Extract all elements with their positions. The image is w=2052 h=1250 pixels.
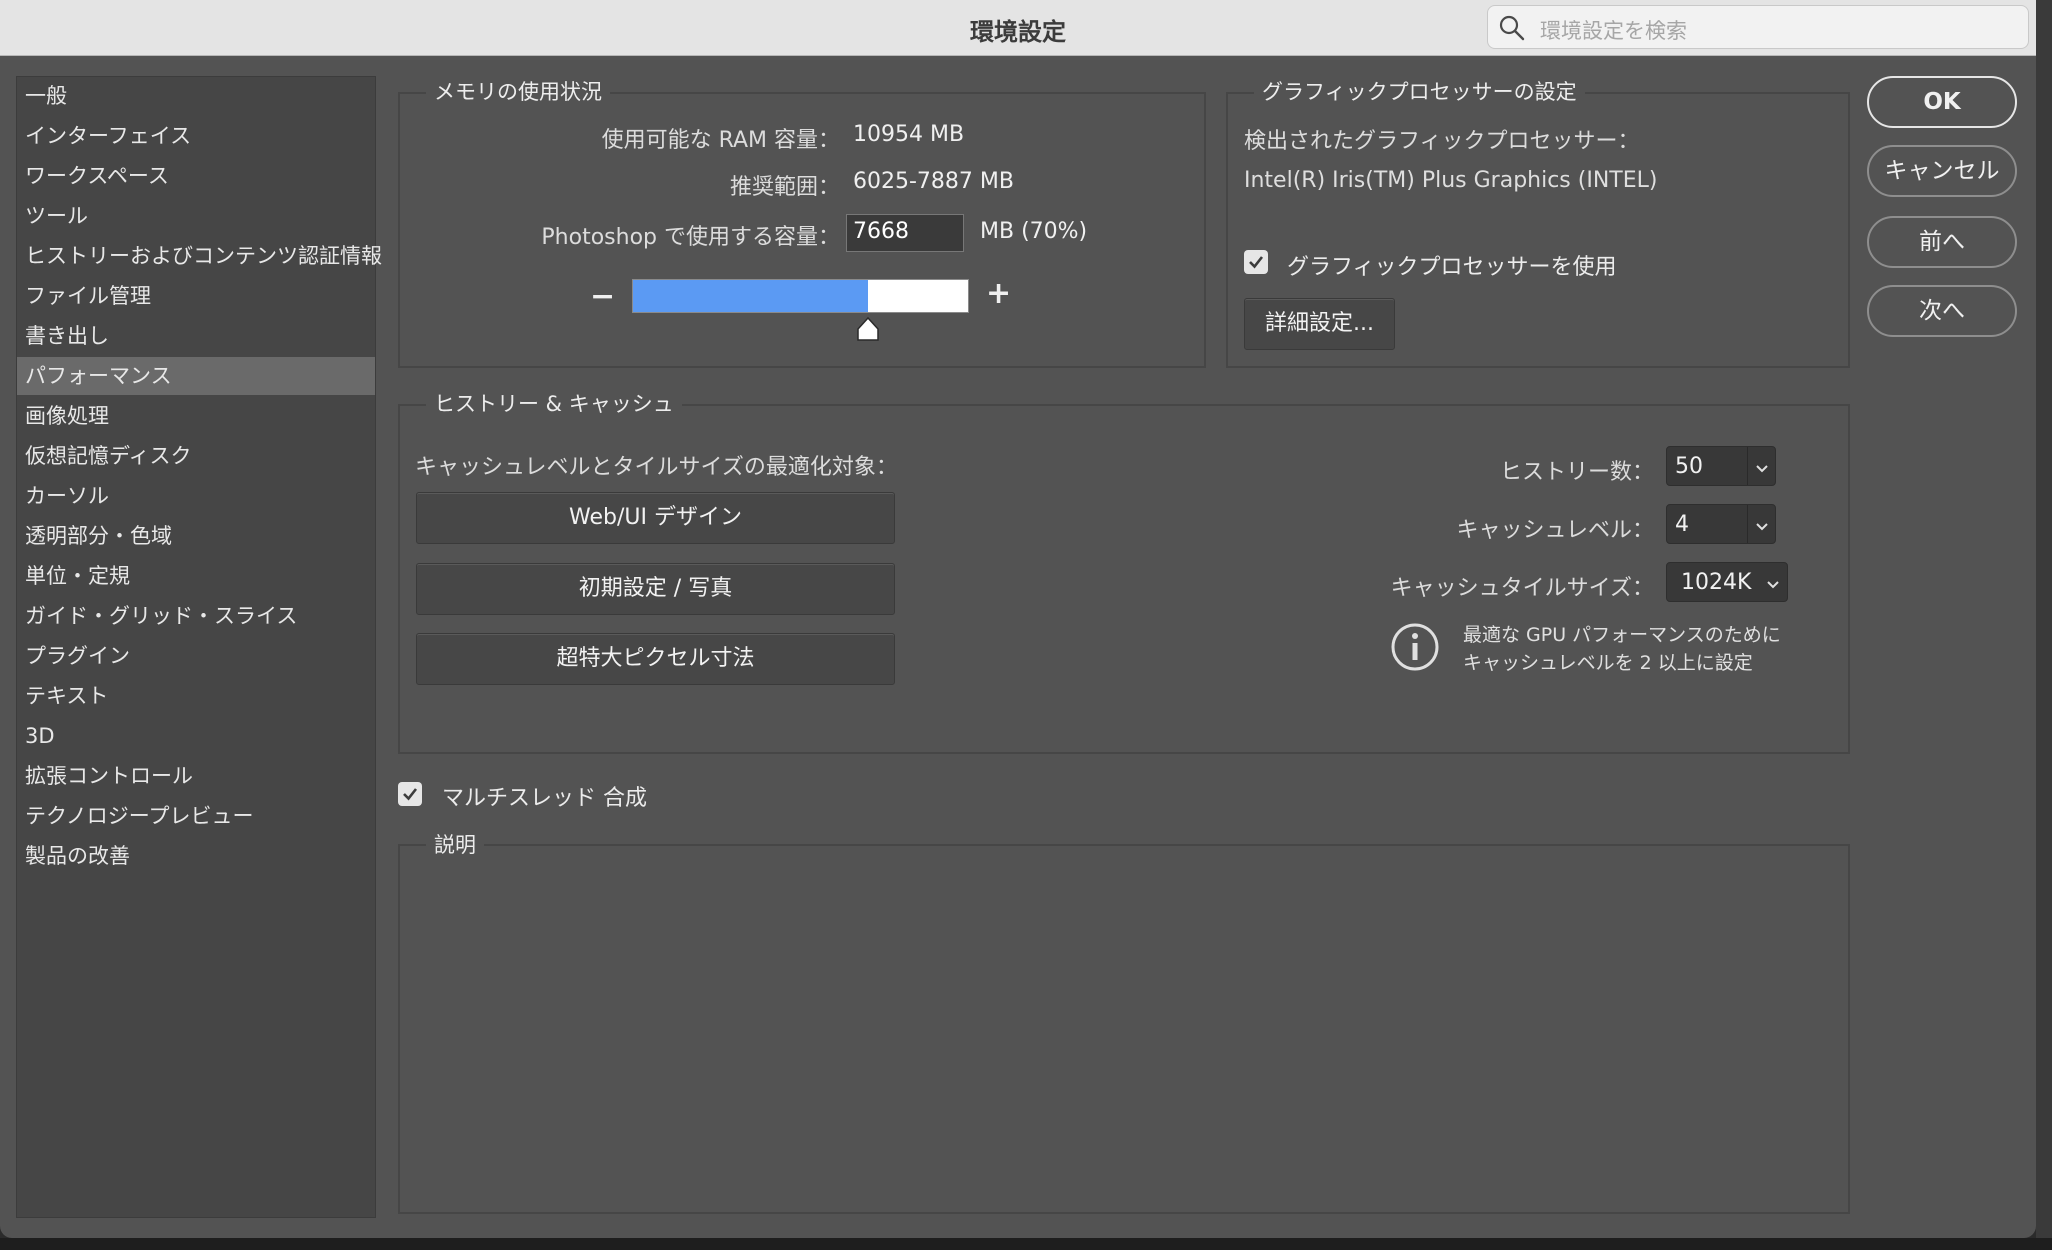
memory-decrease-button[interactable]: −	[590, 279, 615, 314]
checkmark-icon	[1249, 256, 1264, 269]
use-gpu-checkbox[interactable]	[1244, 250, 1268, 274]
cancel-button[interactable]: キャンセル	[1867, 145, 2017, 197]
background-window-edge	[2036, 0, 2052, 1250]
description-group	[398, 844, 1850, 1214]
cache-levels-label: キャッシュレベル：	[1456, 518, 1654, 543]
preset-huge-pixel-dimensions-button[interactable]: 超特大ピクセル寸法	[416, 633, 895, 685]
detected-gpu-label: 検出されたグラフィックプロセッサー：	[1244, 129, 1640, 154]
info-icon	[1390, 622, 1440, 672]
sidebar-item-product-improvement[interactable]: 製品の改善	[17, 837, 375, 875]
optimize-for-label: キャッシュレベルとタイルサイズの最適化対象：	[415, 455, 898, 480]
sidebar-item-workspace[interactable]: ワークスペース	[17, 157, 375, 195]
memory-usage-input[interactable]: 7668	[846, 214, 964, 252]
sidebar-item-history-content-credentials[interactable]: ヒストリーおよびコンテンツ認証情報	[17, 237, 382, 275]
sidebar-item-interface[interactable]: インターフェイス	[17, 117, 375, 155]
ok-button[interactable]: OK	[1867, 76, 2017, 128]
history-cache-title: ヒストリー & キャッシュ	[426, 388, 682, 418]
preset-web-ui-design-label: Web/UI デザイン	[569, 505, 742, 530]
search-placeholder: 環境設定を検索	[1540, 19, 1687, 43]
multithreaded-compositing-checkbox[interactable]	[398, 782, 422, 806]
search-field[interactable]: 環境設定を検索	[1487, 5, 2029, 49]
sidebar-item-units-rulers[interactable]: 単位・定規	[17, 557, 375, 595]
recommended-range-value: 6025-7887 MB	[853, 169, 1014, 194]
sidebar-item-export[interactable]: 書き出し	[17, 317, 375, 355]
checkmark-icon	[403, 788, 418, 801]
chevron-down-icon	[1754, 457, 1770, 482]
sidebar-item-performance[interactable]: パフォーマンス	[17, 357, 375, 395]
ram-available-value: 10954 MB	[853, 122, 965, 147]
preset-default-photo-button[interactable]: 初期設定 / 写真	[416, 563, 895, 615]
recommended-range-label: 推奨範囲：	[729, 175, 840, 200]
preset-default-photo-label: 初期設定 / 写真	[578, 576, 733, 601]
cache-tile-size-label: キャッシュタイルサイズ：	[1390, 576, 1654, 601]
ram-available-label: 使用可能な RAM 容量：	[601, 128, 840, 153]
preferences-dialog: 環境設定 環境設定を検索 一般 インターフェイス ワークスペース ツール ヒスト…	[0, 0, 2036, 1238]
use-gpu-label[interactable]: グラフィックプロセッサーを使用	[1287, 249, 1617, 281]
memory-usage-suffix: MB (70%)	[980, 219, 1088, 244]
sidebar-item-transparency-gamut[interactable]: 透明部分・色域	[17, 517, 375, 555]
sidebar-item-3d[interactable]: 3D	[17, 717, 375, 755]
chevron-down-icon	[1765, 573, 1781, 598]
memory-usage-title: メモリの使用状況	[426, 76, 610, 106]
sidebar-item-plugins[interactable]: プラグイン	[17, 637, 375, 675]
graphics-processor-title: グラフィックプロセッサーの設定	[1254, 76, 1585, 106]
sidebar-item-image-processing[interactable]: 画像処理	[17, 397, 375, 435]
chevron-down-icon	[1754, 515, 1770, 540]
cache-tile-size-dropdown[interactable]: 1024K	[1666, 562, 1788, 602]
memory-slider-thumb[interactable]	[856, 316, 880, 342]
memory-slider-fill	[633, 280, 868, 312]
search-icon	[1498, 14, 1526, 42]
description-title: 説明	[426, 829, 484, 859]
photoshop-usage-label: Photoshop で使用する容量：	[541, 225, 840, 250]
sidebar-item-scratch-disks[interactable]: 仮想記憶ディスク	[17, 437, 375, 475]
history-states-label: ヒストリー数：	[1499, 460, 1654, 485]
cache-levels-dropdown[interactable]: 4	[1666, 504, 1776, 544]
sidebar-item-guides-grid-slices[interactable]: ガイド・グリッド・スライス	[17, 597, 375, 635]
background-window-edge-bottom	[0, 1238, 2052, 1250]
preset-huge-pixel-dimensions-label: 超特大ピクセル寸法	[556, 646, 755, 671]
history-states-dropdown[interactable]: 50	[1666, 446, 1776, 486]
preset-web-ui-design-button[interactable]: Web/UI デザイン	[416, 492, 895, 544]
sidebar-item-type[interactable]: テキスト	[17, 677, 375, 715]
memory-increase-button[interactable]: +	[986, 276, 1011, 311]
sidebar-item-cursors[interactable]: カーソル	[17, 477, 375, 515]
title-bar: 環境設定 環境設定を検索	[0, 0, 2036, 56]
detected-gpu-value: Intel(R) Iris(TM) Plus Graphics (INTEL)	[1244, 168, 1658, 193]
history-states-value: 50	[1675, 454, 1703, 479]
sidebar-item-enhanced-controls[interactable]: 拡張コントロール	[17, 757, 375, 795]
multithreaded-compositing-label[interactable]: マルチスレッド 合成	[442, 780, 647, 812]
next-button[interactable]: 次へ	[1867, 285, 2017, 337]
cache-tile-size-value: 1024K	[1681, 570, 1752, 595]
category-list[interactable]: 一般 インターフェイス ワークスペース ツール ヒストリーおよびコンテンツ認証情…	[16, 76, 382, 1218]
previous-button[interactable]: 前へ	[1867, 216, 2017, 268]
memory-slider[interactable]	[632, 279, 969, 313]
cache-levels-value: 4	[1675, 512, 1689, 537]
sidebar-item-general[interactable]: 一般	[17, 77, 375, 115]
advanced-settings-label: 詳細設定...	[1265, 311, 1374, 336]
sidebar-item-file-handling[interactable]: ファイル管理	[17, 277, 375, 315]
gpu-info-line-1: 最適な GPU パフォーマンスのために	[1463, 624, 1781, 646]
sidebar-item-technology-previews[interactable]: テクノロジープレビュー	[17, 797, 375, 835]
advanced-settings-button[interactable]: 詳細設定...	[1244, 298, 1395, 350]
gpu-info-line-2: キャッシュレベルを 2 以上に設定	[1463, 652, 1753, 674]
sidebar-item-tools[interactable]: ツール	[17, 197, 375, 235]
